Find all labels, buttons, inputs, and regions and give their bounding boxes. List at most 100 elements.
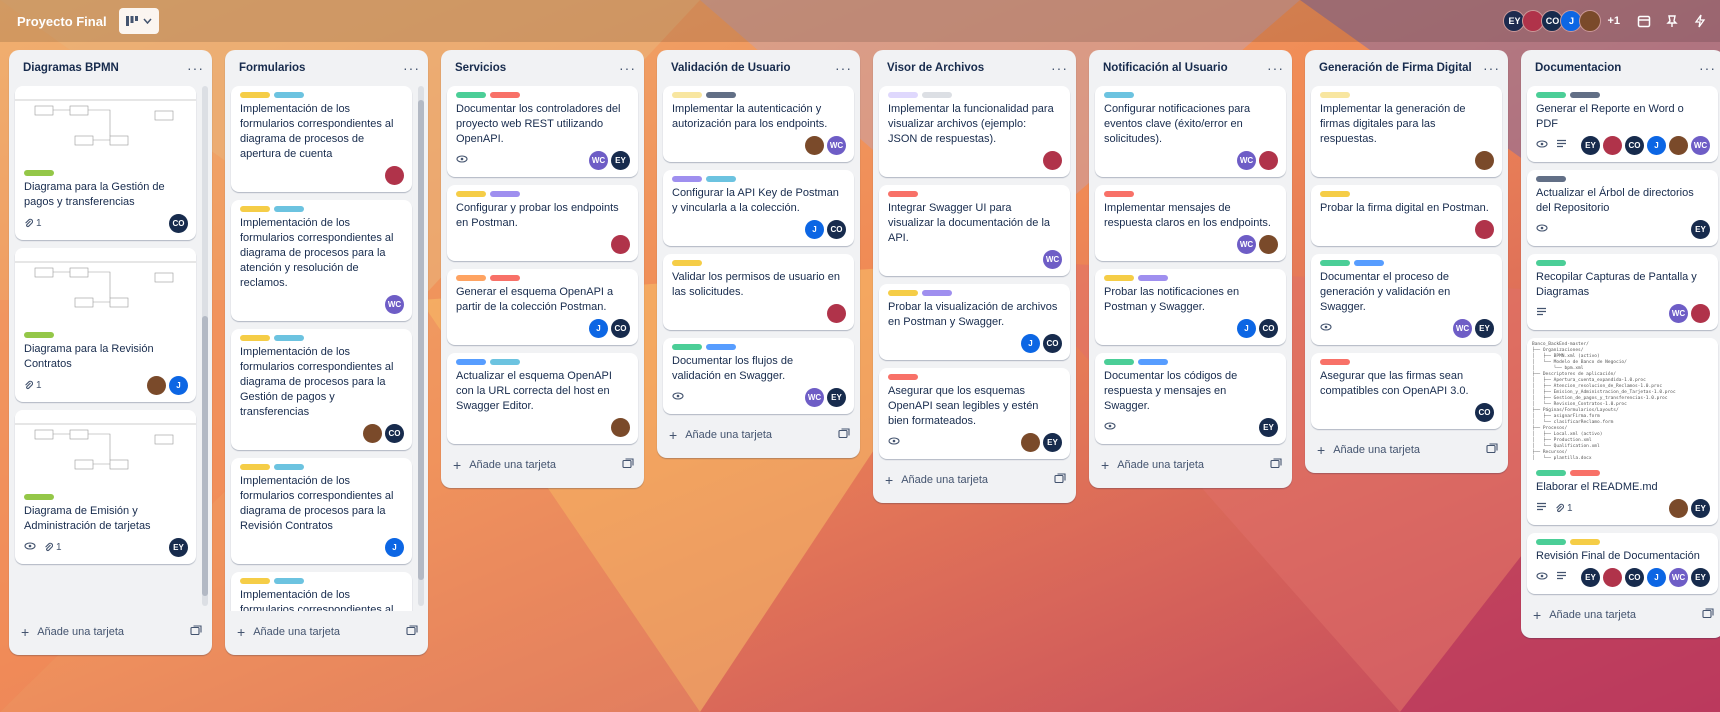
card-label[interactable] (888, 374, 918, 380)
card-label[interactable] (24, 494, 54, 500)
card-label[interactable] (274, 464, 304, 470)
card[interactable]: Implementar la autenticación y autorizac… (663, 86, 854, 162)
card[interactable]: Documentar los códigos de respuesta y me… (1095, 353, 1286, 444)
more-options-icon[interactable]: ··· (835, 60, 852, 76)
more-options-icon[interactable]: ··· (187, 60, 204, 76)
member-avatar[interactable]: J (1647, 567, 1666, 587)
member-avatar[interactable] (1669, 498, 1688, 518)
card-label[interactable] (1104, 275, 1134, 281)
member-avatar[interactable]: CO (827, 219, 846, 239)
more-options-icon[interactable]: ··· (1051, 60, 1068, 76)
card-label[interactable] (706, 344, 736, 350)
card[interactable]: Asegurar que los esquemas OpenAPI sean l… (879, 368, 1070, 459)
card-label[interactable] (1536, 92, 1566, 98)
template-icon[interactable] (190, 625, 202, 639)
card[interactable]: Implementación de los formularios corres… (231, 86, 412, 192)
calendar-icon[interactable] (1630, 9, 1658, 33)
member-avatar[interactable]: CO (1625, 135, 1644, 155)
add-card-button[interactable]: + Añade una tarjeta (1305, 435, 1508, 465)
card[interactable]: Asegurar que las firmas sean compatibles… (1311, 353, 1502, 429)
card-label[interactable] (1536, 176, 1566, 182)
scrollbar-thumb[interactable] (418, 100, 424, 580)
list-title[interactable]: Notificación al Usuario (1103, 62, 1228, 74)
member-avatar[interactable] (1259, 234, 1278, 254)
card[interactable]: Configurar y probar los endpoints en Pos… (447, 185, 638, 261)
card[interactable]: Implementar la funcionalidad para visual… (879, 86, 1070, 177)
member-avatar[interactable]: EY (611, 150, 630, 170)
add-card-button[interactable]: + Añade una tarjeta (1089, 450, 1292, 480)
board-members[interactable]: EY CO J (1503, 10, 1602, 32)
member-avatar[interactable]: WC (1237, 234, 1256, 254)
card-label[interactable] (240, 335, 270, 341)
card[interactable]: Implementación de los formularios corres… (231, 329, 412, 450)
more-options-icon[interactable]: ··· (619, 60, 636, 76)
member-avatar[interactable]: J (1237, 318, 1256, 338)
member-avatar[interactable]: WC (1669, 303, 1688, 323)
card[interactable]: Actualizar el esquema OpenAPI con la URL… (447, 353, 638, 444)
board-view-switcher[interactable] (118, 8, 159, 34)
add-card-button[interactable]: + Añade una tarjeta (657, 420, 860, 450)
more-options-icon[interactable]: ··· (403, 60, 420, 76)
member-avatar[interactable]: WC (1043, 249, 1062, 269)
member-avatar[interactable] (1259, 150, 1278, 170)
card-label[interactable] (1104, 92, 1134, 98)
card-label[interactable] (1320, 92, 1350, 98)
card-label[interactable] (24, 332, 54, 338)
member-avatar[interactable]: CO (1259, 318, 1278, 338)
member-avatar[interactable] (1475, 219, 1494, 239)
card[interactable]: Banco_BackEnd-master/ ├── Organizaciones… (1527, 338, 1718, 525)
member-avatar[interactable]: WC (1237, 150, 1256, 170)
member-avatar[interactable]: CO (169, 213, 188, 233)
card-label[interactable] (240, 578, 270, 584)
member-avatar[interactable] (147, 375, 166, 395)
member-avatar[interactable]: CO (1043, 333, 1062, 353)
member-avatar[interactable] (1691, 303, 1710, 323)
card-label[interactable] (922, 290, 952, 296)
card-label[interactable] (24, 170, 54, 176)
card-label[interactable] (240, 464, 270, 470)
card-label[interactable] (672, 344, 702, 350)
member-avatar[interactable]: J (1647, 135, 1666, 155)
member-avatar[interactable]: WC (827, 135, 846, 155)
card-label[interactable] (240, 206, 270, 212)
list-scrollbar[interactable] (418, 86, 424, 606)
member-avatar[interactable] (611, 234, 630, 254)
member-avatar[interactable] (385, 165, 404, 185)
member-avatar[interactable] (1021, 432, 1040, 452)
member-avatar[interactable] (363, 423, 382, 443)
card-label[interactable] (1354, 260, 1384, 266)
card-label[interactable] (1320, 191, 1350, 197)
member-avatar[interactable] (1579, 10, 1602, 32)
card-label[interactable] (888, 290, 918, 296)
card[interactable]: Documentar los controladores del proyect… (447, 86, 638, 177)
card[interactable]: Generar el esquema OpenAPI a partir de l… (447, 269, 638, 345)
card-label[interactable] (274, 578, 304, 584)
add-card-button[interactable]: + Añade una tarjeta (1521, 600, 1720, 630)
member-avatar[interactable] (1043, 150, 1062, 170)
member-avatar[interactable] (1603, 135, 1622, 155)
card[interactable]: Implementar mensajes de respuesta claros… (1095, 185, 1286, 261)
template-icon[interactable] (838, 428, 850, 442)
card[interactable]: Validar los permisos de usuario en las s… (663, 254, 854, 330)
member-avatar[interactable]: EY (1475, 318, 1494, 338)
member-avatar[interactable] (611, 417, 630, 437)
member-avatar[interactable]: EY (827, 387, 846, 407)
list-title[interactable]: Documentacion (1535, 62, 1621, 74)
scrollbar-thumb[interactable] (202, 316, 208, 596)
member-avatar[interactable] (1475, 150, 1494, 170)
card-label[interactable] (274, 206, 304, 212)
card-label[interactable] (456, 92, 486, 98)
member-avatar[interactable]: WC (385, 294, 404, 314)
list-title[interactable]: Diagramas BPMN (23, 62, 119, 74)
card-label[interactable] (1320, 260, 1350, 266)
more-options-icon[interactable]: ··· (1267, 60, 1284, 76)
card[interactable]: Configurar notificaciones para eventos c… (1095, 86, 1286, 177)
card-label[interactable] (456, 359, 486, 365)
card-label[interactable] (1138, 359, 1168, 365)
card[interactable]: Actualizar el Árbol de directorios del R… (1527, 170, 1718, 246)
card[interactable]: Revisión Final de Documentación EY CO J WC EY (1527, 533, 1718, 594)
card-label[interactable] (456, 191, 486, 197)
member-avatar[interactable]: EY (1043, 432, 1062, 452)
card-label[interactable] (1536, 539, 1566, 545)
member-avatar[interactable]: CO (385, 423, 404, 443)
